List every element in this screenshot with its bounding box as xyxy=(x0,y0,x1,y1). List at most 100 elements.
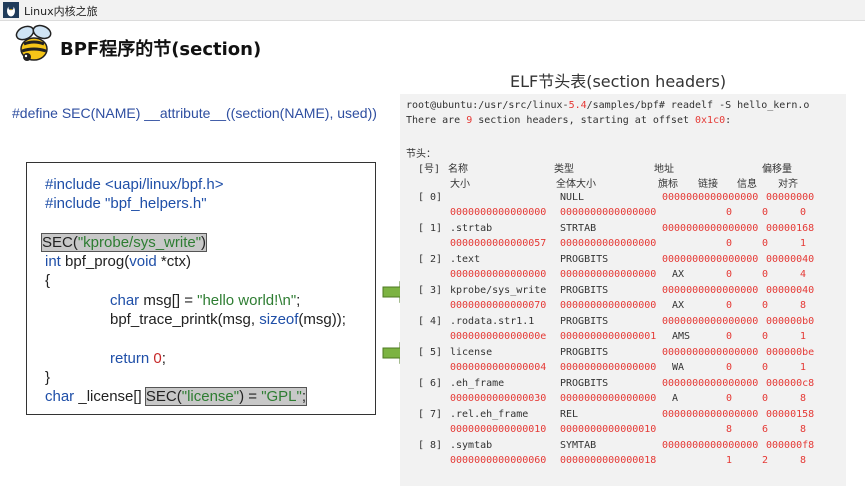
code-token: void xyxy=(129,253,157,270)
section-type: PROGBITS xyxy=(560,378,609,389)
brand-name: Linux内核之旅 xyxy=(24,5,98,18)
section-name: .strtab xyxy=(450,223,493,234)
section-link: 0 xyxy=(726,362,733,373)
section-size: 0000000000000000 xyxy=(450,207,547,218)
section-offset: 000000f8 xyxy=(766,440,815,451)
code-line-license: char _license[] SEC("license") = "GPL"; xyxy=(45,387,308,406)
section-addr: 0000000000000000 xyxy=(662,409,759,420)
section-size: 0000000000000057 xyxy=(450,238,547,249)
code-token: #include xyxy=(45,176,106,193)
define-macro-line: #define SEC(NAME) __attribute__((section… xyxy=(12,105,377,121)
section-align: 1 xyxy=(800,238,807,249)
col-header-link: 链接 xyxy=(698,179,718,190)
code-token: ; xyxy=(296,292,301,309)
section-offset: 000000c8 xyxy=(766,378,815,389)
section-link: 0 xyxy=(726,269,733,280)
term-token: : xyxy=(725,115,732,126)
term-token: 0x1c0 xyxy=(695,115,726,126)
section-name: license xyxy=(450,347,493,358)
col-header-addr: 地址 xyxy=(654,164,674,175)
code-line-include-bpf: #include <uapi/linux/bpf.h> xyxy=(45,175,223,194)
code-token: msg[] = xyxy=(139,292,198,309)
section-align: 8 xyxy=(800,455,807,466)
top-bar: Linux内核之旅 xyxy=(0,0,865,21)
section-offset: 00000040 xyxy=(766,285,815,296)
section-offset: 000000be xyxy=(766,347,815,358)
section-info: 0 xyxy=(762,207,769,218)
section-row: [ 0] NULL 0000000000000000 00000000 00000000… xyxy=(400,192,846,222)
code-token: _license[] xyxy=(74,388,146,405)
section-type: STRTAB xyxy=(560,223,597,234)
code-token: "GPL" xyxy=(261,388,302,405)
section-type: PROGBITS xyxy=(560,254,609,265)
section-entsize: 0000000000000000 xyxy=(560,362,657,373)
section-offset: 00000158 xyxy=(766,409,815,420)
code-token: char xyxy=(110,292,140,309)
section-heading: 节头： xyxy=(406,149,436,160)
section-link: 1 xyxy=(726,455,733,466)
section-type: PROGBITS xyxy=(560,347,609,358)
section-link: 0 xyxy=(726,393,733,404)
section-flags: AMS xyxy=(672,331,691,342)
section-entsize: 0000000000000001 xyxy=(560,331,657,342)
section-align: 8 xyxy=(800,393,807,404)
section-type: PROGBITS xyxy=(560,316,609,327)
section-align: 1 xyxy=(800,362,807,373)
section-idx: [ 2] xyxy=(418,254,443,265)
section-type: REL xyxy=(560,409,579,420)
command-line: root@ubuntu:/usr/src/linux-5.4/samples/b… xyxy=(406,100,809,111)
section-align: 4 xyxy=(800,269,807,280)
section-link: 0 xyxy=(726,300,733,311)
section-idx: [ 8] xyxy=(418,440,443,451)
term-token: /samples/bpf# readelf -S hello_kern.o xyxy=(586,100,810,111)
code-line-trace-printk: bpf_trace_printk(msg, sizeof(msg)); xyxy=(110,310,346,329)
section-row: [ 1] .strtab STRTAB 0000000000000000 0000016… xyxy=(400,223,846,253)
section-offset: 000000b0 xyxy=(766,316,815,327)
section-entsize: 0000000000000000 xyxy=(560,207,657,218)
code-token: ) xyxy=(201,234,207,251)
code-token: "license" xyxy=(181,388,240,405)
term-token: There are xyxy=(406,115,467,126)
code-token: int xyxy=(45,253,61,270)
section-size: 0000000000000030 xyxy=(450,393,547,404)
col-header-info: 信息 xyxy=(737,179,757,190)
readelf-output-panel: root@ubuntu:/usr/src/linux-5.4/samples/b… xyxy=(400,94,846,486)
penguin-logo-icon xyxy=(3,2,19,18)
term-token: root@ubuntu:/usr/src/linux- xyxy=(406,100,569,111)
section-entsize: 0000000000000010 xyxy=(560,424,657,435)
section-type: SYMTAB xyxy=(560,440,597,451)
section-link: 0 xyxy=(726,331,733,342)
section-entsize: 0000000000000018 xyxy=(560,455,657,466)
section-addr: 0000000000000000 xyxy=(662,192,759,203)
sec-kprobe-highlight: SEC("kprobe/sys_write") xyxy=(40,233,208,252)
section-row: [ 5] license PROGBITS 0000000000000000 00000… xyxy=(400,347,846,377)
section-size: 0000000000000070 xyxy=(450,300,547,311)
col-header-flags: 旗标 xyxy=(658,179,678,190)
elf-caption: ELF节头表(section headers) xyxy=(510,72,727,91)
section-info: 0 xyxy=(762,362,769,373)
section-flags: WA xyxy=(672,362,685,373)
code-token: "kprobe/sys_write" xyxy=(77,234,202,251)
section-info: 0 xyxy=(762,238,769,249)
code-line-func-sig: int bpf_prog(void *ctx) xyxy=(45,252,191,271)
section-addr: 0000000000000000 xyxy=(662,223,759,234)
term-token: section headers, starting at offset xyxy=(472,115,696,126)
section-addr: 0000000000000000 xyxy=(662,440,759,451)
section-align: 0 xyxy=(800,207,807,218)
section-size: 0000000000000060 xyxy=(450,455,547,466)
code-token: (msg)); xyxy=(298,311,346,328)
section-name: .symtab xyxy=(450,440,493,451)
section-idx: [ 0] xyxy=(418,192,443,203)
col-header-name: 名称 xyxy=(448,164,468,175)
bee-icon xyxy=(15,24,52,61)
section-idx: [ 7] xyxy=(418,409,443,420)
section-type: NULL xyxy=(560,192,585,203)
section-offset: 00000168 xyxy=(766,223,815,234)
sec-license-highlight: SEC("license") = "GPL"; xyxy=(144,387,308,406)
section-size: 0000000000000010 xyxy=(450,424,547,435)
code-box: #include <uapi/linux/bpf.h> #include "bp… xyxy=(26,162,376,415)
section-offset: 00000040 xyxy=(766,254,815,265)
code-token: "bpf_helpers.h" xyxy=(105,195,207,212)
section-row: [ 6] .eh_frame PROGBITS 0000000000000000 000… xyxy=(400,378,846,408)
col-header-type: 类型 xyxy=(554,164,574,175)
